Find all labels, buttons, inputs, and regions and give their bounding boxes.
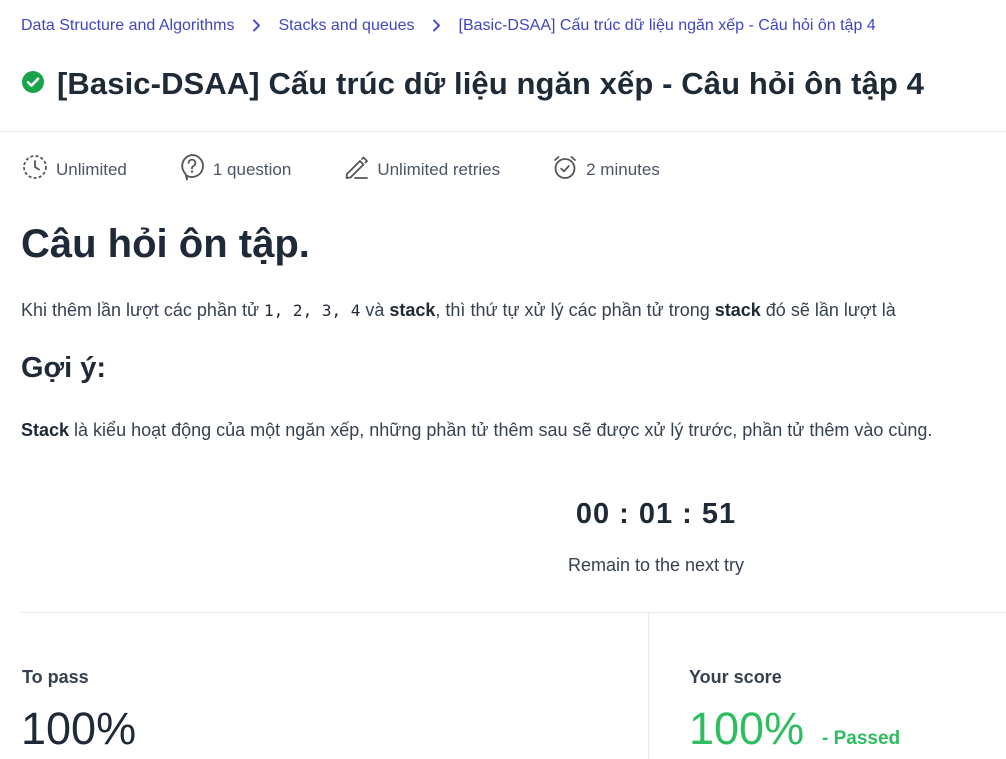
to-pass-label: To pass [22,667,89,687]
chevron-right-icon [415,17,459,35]
hint-bold: Stack [21,420,70,440]
score-status: - Passed [822,728,901,749]
pencil-icon [343,154,377,185]
breadcrumb-item-course[interactable]: Data Structure and Algorithms [21,17,234,35]
to-pass-value: 100% [21,703,137,754]
meta-duration: 2 minutes [552,154,660,185]
hint-heading: Gợi ý: [21,352,107,384]
meta-questions-label: 1 question [212,159,292,179]
breadcrumb-item-chapter[interactable]: Stacks and queues [278,17,414,35]
quiz-meta: Unlimited 1 question Unlimited retries 2… [22,153,660,186]
question-prefix: Khi thêm lần lượt các phần tử [21,300,265,320]
your-score-label: Your score [689,667,782,687]
section-heading: Câu hỏi ôn tập. [21,222,310,266]
chevron-right-icon [234,17,278,35]
title-row: [Basic-DSAA] Cấu trúc dữ liệu ngăn xếp -… [22,66,924,102]
hint-text: Stack là kiểu hoạt động của một ngăn xếp… [21,415,1006,446]
question-mid-1: và [360,300,390,320]
page-title: [Basic-DSAA] Cấu trúc dữ liệu ngăn xếp -… [57,66,924,101]
retry-countdown: 00 : 01 : 51 [575,498,737,530]
question-mid-2: , thì thứ tự xử lý các phần tử trong [435,300,715,320]
result-divider [21,612,1006,613]
clock-dashed-icon [22,154,56,185]
question-bubble-icon [179,153,213,186]
meta-duration-label: 2 minutes [586,159,660,179]
breadcrumb-item-lesson[interactable]: [Basic-DSAA] Cấu trúc dữ liệu ngăn xếp -… [459,17,876,35]
meta-retries: Unlimited retries [343,154,500,185]
hint-body: là kiểu hoạt động của một ngăn xếp, nhữn… [69,420,933,440]
question-bold-1: stack [389,300,436,320]
check-circle-icon [22,70,57,98]
question-text: Khi thêm lần lượt các phần tử 1, 2, 3, 4… [21,300,896,321]
header-divider [0,131,1006,132]
meta-time-limit-label: Unlimited [56,159,127,179]
breadcrumb: Data Structure and Algorithms Stacks and… [21,17,876,35]
result-column-divider [648,612,649,759]
retry-countdown-label: Remain to the next try [567,555,745,575]
meta-retries-label: Unlimited retries [377,159,501,179]
your-score-value: 100% [689,703,805,754]
meta-time-limit: Unlimited [22,154,127,185]
alarm-clock-icon [552,154,586,185]
question-code: 1, 2, 3, 4 [264,301,361,320]
meta-questions: 1 question [179,153,291,186]
question-suffix: đó sẽ lần lượt là [760,300,896,320]
question-bold-2: stack [714,300,761,320]
